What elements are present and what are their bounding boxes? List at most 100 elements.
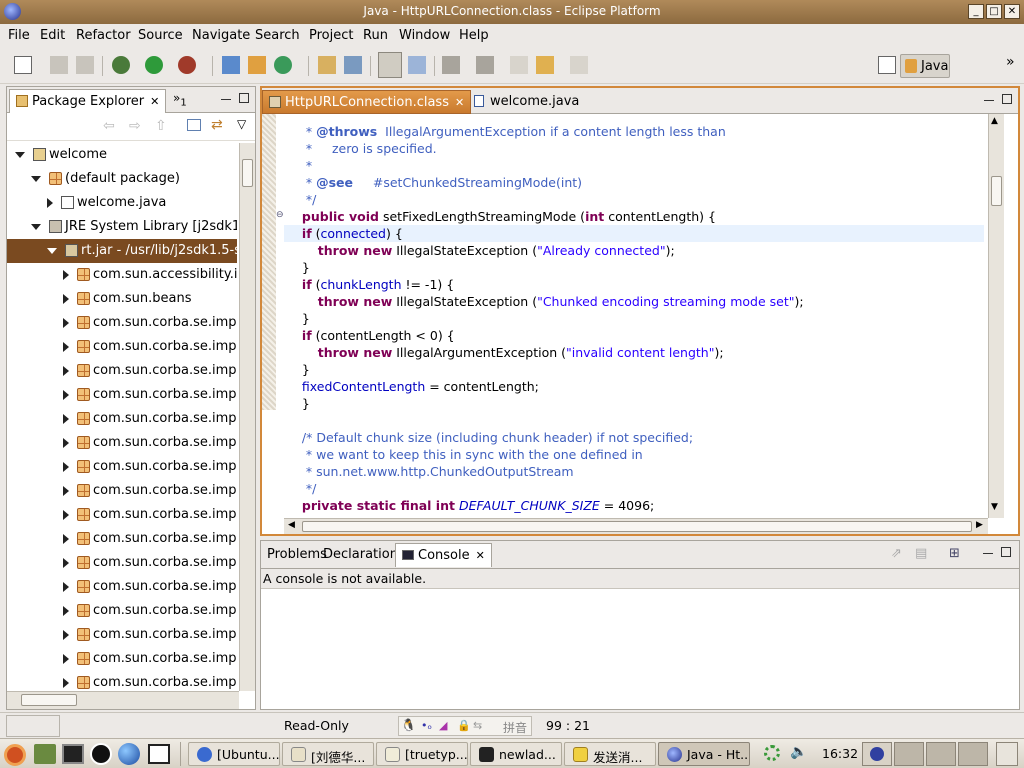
- collapsed-arrow-icon[interactable]: [63, 389, 69, 400]
- java-perspective-button[interactable]: Java: [900, 54, 950, 78]
- new-package-icon[interactable]: [248, 56, 266, 74]
- collapsed-arrow-icon[interactable]: [63, 341, 69, 352]
- minimize-icon[interactable]: [983, 553, 993, 555]
- collapsed-arrow-icon[interactable]: [63, 533, 69, 544]
- qq-penguin-icon[interactable]: [90, 743, 112, 765]
- scroll-up-icon[interactable]: ▲: [991, 116, 998, 126]
- terminal-icon[interactable]: [62, 744, 84, 764]
- task-ubuntu[interactable]: [Ubuntu...: [188, 742, 280, 766]
- expanded-arrow-icon[interactable]: [31, 175, 41, 182]
- collapsed-arrow-icon[interactable]: [63, 557, 69, 568]
- tree-item[interactable]: com.sun.corba.se.impl.ja: [7, 527, 237, 551]
- tree-item[interactable]: com.sun.corba.se.impl.er: [7, 407, 237, 431]
- menu-window[interactable]: Window: [399, 28, 450, 43]
- collapsed-arrow-icon[interactable]: [63, 413, 69, 424]
- external-tools-icon[interactable]: [178, 56, 196, 74]
- close-button[interactable]: ✕: [1004, 4, 1020, 19]
- books-icon[interactable]: [34, 744, 56, 764]
- tab-httpurlconnection[interactable]: HttpURLConnection.class ✕: [262, 90, 472, 114]
- tree-item[interactable]: rt.jar - /usr/lib/j2sdk1.5-sun: [7, 239, 237, 263]
- ime-lock-icon[interactable]: 🔒: [457, 719, 471, 732]
- view-menu-icon[interactable]: ▽: [237, 117, 246, 131]
- next-annotation-icon[interactable]: [442, 56, 460, 74]
- collapsed-arrow-icon[interactable]: [63, 677, 69, 688]
- tree-item[interactable]: welcome.java: [7, 191, 237, 215]
- scroll-right-icon[interactable]: ▶: [976, 520, 983, 530]
- task-liudehua[interactable]: [刘德华...: [282, 742, 374, 766]
- tree-item[interactable]: com.sun.corba.se.impl.ac: [7, 311, 237, 335]
- tab-package-explorer[interactable]: Package Explorer ✕: [9, 89, 167, 113]
- input-method-bar[interactable]: 🐧 •ₒ ◢ 🔒 ⇆ 拼音: [398, 716, 532, 736]
- tree-item[interactable]: com.sun.accessibility.inter: [7, 263, 237, 287]
- maximize-icon[interactable]: [239, 93, 249, 103]
- collapsed-arrow-icon[interactable]: [63, 629, 69, 640]
- task-send-message[interactable]: 发送消...: [564, 742, 656, 766]
- last-edit-location-icon[interactable]: [510, 56, 528, 74]
- screenshot-icon[interactable]: [148, 744, 170, 764]
- tree-vertical-scrollbar[interactable]: [239, 143, 255, 691]
- fold-icon[interactable]: ⊖: [276, 210, 284, 220]
- menu-project[interactable]: Project: [309, 28, 353, 43]
- scroll-left-icon[interactable]: ◀: [288, 520, 295, 530]
- expanded-arrow-icon[interactable]: [47, 247, 57, 254]
- collapsed-arrow-icon[interactable]: [47, 197, 53, 208]
- debug-icon[interactable]: [112, 56, 130, 74]
- collapsed-arrow-icon[interactable]: [63, 293, 69, 304]
- task-java-eclipse[interactable]: Java - Ht...: [658, 742, 750, 766]
- tab-welcome-java[interactable]: welcome.java: [468, 90, 585, 114]
- display-console-icon[interactable]: ▤: [915, 546, 927, 561]
- tree-scroll-thumb[interactable]: [242, 159, 253, 187]
- back-icon[interactable]: [536, 56, 554, 74]
- trash-icon[interactable]: [996, 742, 1018, 766]
- tree-item[interactable]: com.sun.corba.se.impl.na: [7, 647, 237, 671]
- workspace-2[interactable]: [894, 742, 924, 766]
- close-icon[interactable]: ✕: [150, 95, 159, 108]
- menu-navigate[interactable]: Navigate: [192, 28, 250, 43]
- editor-hscroll-thumb[interactable]: [302, 521, 972, 532]
- collapsed-arrow-icon[interactable]: [63, 437, 69, 448]
- run-icon[interactable]: [145, 56, 163, 74]
- ime-punct-icon[interactable]: ◢: [439, 719, 447, 732]
- tree-hscroll-thumb[interactable]: [21, 694, 77, 706]
- workspace-4[interactable]: [958, 742, 988, 766]
- maximize-icon[interactable]: [1001, 547, 1011, 557]
- tab-console[interactable]: Console ✕: [395, 543, 492, 567]
- ime-link-icon[interactable]: ⇆: [473, 719, 482, 732]
- close-icon[interactable]: ✕: [476, 549, 485, 562]
- forward-arrow-icon[interactable]: ⇨: [129, 118, 141, 134]
- show-whitespace-icon[interactable]: [408, 56, 426, 74]
- collapsed-arrow-icon[interactable]: [63, 485, 69, 496]
- browser-globe-icon[interactable]: [118, 743, 140, 765]
- tree-item[interactable]: com.sun.corba.se.impl.ja: [7, 551, 237, 575]
- forward-icon[interactable]: [570, 56, 588, 74]
- tree-item[interactable]: JRE System Library [j2sdk1.5-s: [7, 215, 237, 239]
- scroll-down-icon[interactable]: ▼: [991, 502, 998, 512]
- tree-item[interactable]: com.sun.beans: [7, 287, 237, 311]
- tree-item[interactable]: com.sun.corba.se.impl.dy: [7, 383, 237, 407]
- task-truetype[interactable]: [truetyp...: [376, 742, 468, 766]
- open-perspective-icon[interactable]: [878, 56, 896, 74]
- code-text-area[interactable]: * @throws IllegalArgumentException if a …: [286, 123, 986, 513]
- collapsed-arrow-icon[interactable]: [63, 509, 69, 520]
- workspace-1[interactable]: [862, 742, 892, 766]
- tree-item[interactable]: com.sun.corba.se.impl.ior: [7, 503, 237, 527]
- task-newlad[interactable]: newlad...: [470, 742, 562, 766]
- collapsed-arrow-icon[interactable]: [63, 461, 69, 472]
- maximize-button[interactable]: □: [986, 4, 1002, 19]
- menu-refactor[interactable]: Refactor: [76, 28, 131, 43]
- menu-file[interactable]: File: [8, 28, 30, 43]
- close-icon[interactable]: ✕: [455, 96, 464, 109]
- editor-horizontal-scrollbar[interactable]: ◀ ▶: [284, 518, 988, 534]
- menu-run[interactable]: Run: [363, 28, 388, 43]
- ime-mode-icon[interactable]: •ₒ: [421, 719, 432, 732]
- tree-item[interactable]: com.sun.corba.se.impl.ior: [7, 479, 237, 503]
- previous-annotation-icon[interactable]: [476, 56, 494, 74]
- open-console-icon[interactable]: ⊞: [949, 546, 960, 561]
- collapsed-arrow-icon[interactable]: [63, 269, 69, 280]
- toggle-mark-occurrences-icon[interactable]: [378, 52, 402, 78]
- view-overflow-button[interactable]: »1: [173, 91, 187, 108]
- tree-horizontal-scrollbar[interactable]: [7, 691, 239, 709]
- menu-help[interactable]: Help: [459, 28, 489, 43]
- maximize-icon[interactable]: [1002, 94, 1012, 104]
- menu-search[interactable]: Search: [255, 28, 300, 43]
